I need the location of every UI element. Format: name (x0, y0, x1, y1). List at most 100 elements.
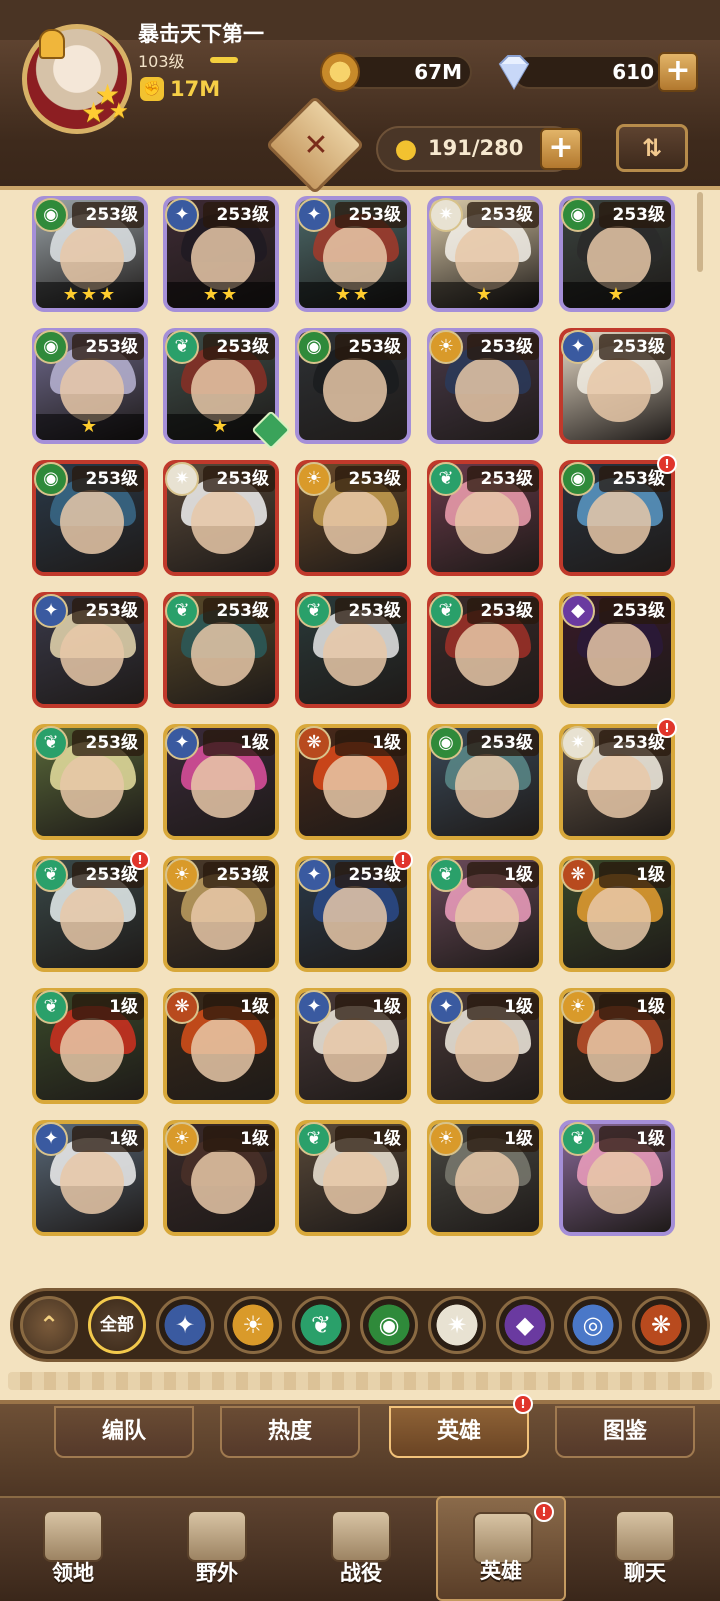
tab-heroes[interactable]: 英雄 (389, 1406, 529, 1458)
sort-button[interactable]: ⇅ (616, 124, 688, 172)
green-eye-icon: ◉ (561, 198, 595, 232)
hero-face (60, 622, 124, 686)
hero-level: 1级 (467, 862, 539, 888)
hero-level: 253级 (203, 862, 275, 888)
nav-castle[interactable]: 领地 (8, 1496, 138, 1601)
blue-star-icon: ✦ (429, 990, 463, 1024)
gold-sun-icon: ☀ (561, 990, 595, 1024)
white-star-icon: ✷ (561, 726, 595, 760)
star-icon: ★ (81, 96, 107, 129)
hero-face (587, 754, 651, 818)
hero-face (191, 358, 255, 422)
blue-star-icon: ✦ (165, 198, 199, 232)
hero-level: 1级 (203, 994, 275, 1020)
hero-stars: ★★ (167, 282, 275, 308)
blue-shield-icon[interactable]: ◎ (564, 1296, 622, 1354)
red-flame-icon: ❋ (165, 990, 199, 1024)
nav-hero[interactable]: 英雄! (436, 1496, 566, 1601)
hero-face (323, 754, 387, 818)
hero-face (191, 1018, 255, 1082)
green-leaf-icon: ❦ (165, 330, 199, 364)
hero-face (191, 754, 255, 818)
chat-icon (615, 1510, 675, 1562)
tab-formation[interactable]: 编队 (54, 1406, 194, 1458)
hero-stars: ★ (563, 282, 671, 308)
hero-level: 253级 (203, 202, 275, 228)
green-eye-icon: ◉ (561, 462, 595, 496)
hero-level: 1级 (467, 1126, 539, 1152)
diamond-icon (498, 55, 530, 90)
hero-stars: ★★★ (36, 282, 144, 308)
up-arrow-icon[interactable]: ⌃ (20, 1296, 78, 1354)
gold-sun-icon: ☀ (165, 1122, 199, 1156)
hero-grid: ★★★ 253级 ◉ ★★ 253级 ✦ ★★ 253级 ✦ ★ 253级 ✷ ★ 253级 ◉ ★ 253级 ◉… (0, 194, 720, 1256)
nav-label: 英雄 (480, 1559, 522, 1583)
gold-sun-icon: ☀ (165, 858, 199, 892)
hero-level: 253级 (599, 598, 671, 624)
alert-badge: ! (657, 454, 677, 474)
alert-badge: ! (513, 1394, 533, 1414)
nav-sword[interactable]: 战役 (296, 1496, 426, 1601)
hero-face (60, 358, 124, 422)
tab-codex[interactable]: 图鉴 (555, 1406, 695, 1458)
green-eye-icon[interactable]: ◉ (360, 1296, 418, 1354)
hero-level: 253级 (335, 202, 407, 228)
hero-face (323, 358, 387, 422)
all-filter[interactable]: 全部 (88, 1296, 146, 1354)
green-eye-icon: ◉ (34, 330, 68, 364)
hero-level: 253级 (203, 466, 275, 492)
hero-stars: ★★ (299, 282, 407, 308)
red-flame-icon[interactable]: ❋ (632, 1296, 690, 1354)
fist-icon: ✊ (140, 77, 164, 101)
hero-face (587, 886, 651, 950)
green-leaf-icon: ❦ (429, 594, 463, 628)
gold-sun-icon[interactable]: ☀ (224, 1296, 282, 1354)
hero-face (323, 226, 387, 290)
nav-chat[interactable]: 聊天 (580, 1496, 710, 1601)
green-leaf-icon: ❦ (34, 858, 68, 892)
green-eye-icon: ◉ (297, 330, 331, 364)
blue-star-icon: ✦ (297, 198, 331, 232)
hero-level: 1级 (335, 1126, 407, 1152)
green-leaf-icon: ❦ (34, 726, 68, 760)
white-star-icon[interactable]: ✷ (428, 1296, 486, 1354)
hero-face (587, 1018, 651, 1082)
gold-amount: 67M (414, 60, 462, 84)
blue-star-icon: ✦ (297, 858, 331, 892)
green-leaf-icon: ❦ (297, 594, 331, 628)
hero-stars: ★ (36, 414, 144, 440)
hero-face (455, 1018, 519, 1082)
green-leaf-icon[interactable]: ❦ (292, 1296, 350, 1354)
green-leaf-icon: ❦ (429, 858, 463, 892)
expand-capacity-button[interactable]: + (540, 128, 582, 170)
alert-badge: ! (534, 1502, 554, 1522)
hero-face (587, 226, 651, 290)
scrollbar[interactable] (697, 192, 703, 272)
purple-void-icon[interactable]: ◆ (496, 1296, 554, 1354)
hero-face (323, 490, 387, 554)
hero-face (191, 1150, 255, 1214)
hero-face (455, 1150, 519, 1214)
hero-level: 253级 (203, 598, 275, 624)
hero-level: 1级 (599, 1126, 671, 1152)
divider (8, 1372, 712, 1390)
red-flame-icon: ❋ (297, 726, 331, 760)
gem-amount: 610 (612, 60, 654, 84)
map-icon (187, 1510, 247, 1562)
hero-face (60, 886, 124, 950)
blue-star-icon[interactable]: ✦ (156, 1296, 214, 1354)
combat-power: 17M (170, 77, 221, 101)
hero-level: 253级 (467, 334, 539, 360)
nav-map[interactable]: 野外 (152, 1496, 282, 1601)
hero-level: 253级 (335, 334, 407, 360)
add-gems-button[interactable]: + (658, 52, 698, 92)
player-avatar[interactable]: ★ ★ ★ (22, 24, 132, 134)
tab-heat[interactable]: 热度 (220, 1406, 360, 1458)
hero-level: 253级 (467, 466, 539, 492)
hero-level: 253级 (599, 202, 671, 228)
green-leaf-icon: ❦ (561, 1122, 595, 1156)
hero-face (587, 490, 651, 554)
green-leaf-icon: ❦ (429, 462, 463, 496)
hero-face (60, 1018, 124, 1082)
hero-level: 1级 (599, 862, 671, 888)
